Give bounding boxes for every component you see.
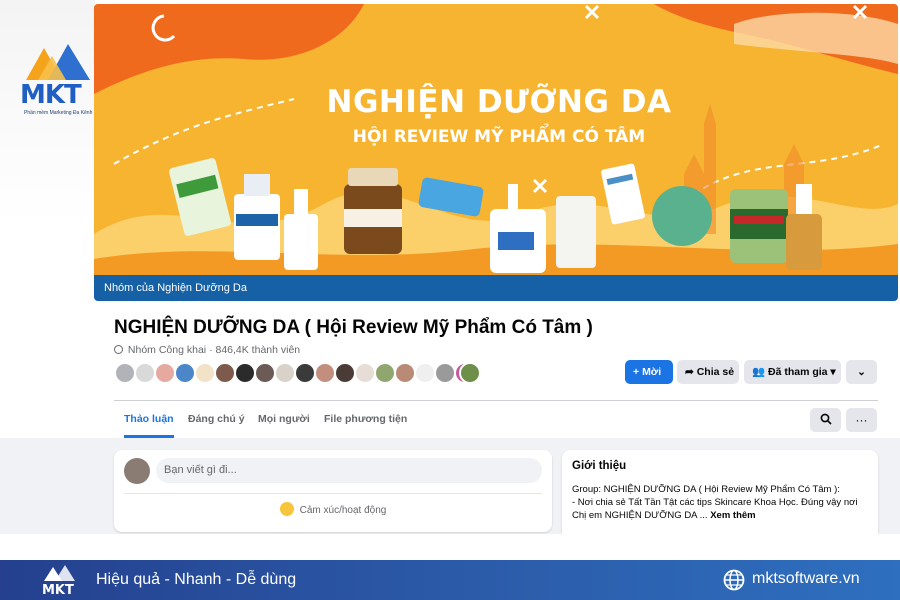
feeling-activity-button[interactable]: Cảm xúc/hoạt động: [114, 502, 552, 516]
joined-label: Đã tham gia: [768, 366, 828, 378]
avatar[interactable]: [374, 362, 396, 384]
product-ordinary: [284, 189, 318, 270]
member-avatars[interactable]: [114, 362, 484, 384]
share-label: Chia sẻ: [696, 366, 735, 378]
screenshot-page: MKT Phần mềm Marketing Đa Kênh NGHIỆN DƯ…: [0, 0, 900, 600]
people-icon: 👥: [752, 366, 768, 378]
smiley-icon: [279, 502, 294, 516]
avatar[interactable]: [294, 362, 316, 384]
avatar[interactable]: [154, 362, 176, 384]
caret-down-icon: ▾: [827, 366, 836, 378]
about-text: Group: NGHIỆN DƯỠNG DA ( Hội Review Mỹ P…: [572, 483, 872, 522]
chevron-down-icon: ⌄: [857, 366, 866, 378]
composer-divider: [124, 493, 542, 494]
product-cetaphil: [490, 184, 546, 273]
group-privacy[interactable]: Nhóm Công khai: [128, 344, 206, 356]
avatar[interactable]: [114, 362, 136, 384]
invite-button[interactable]: + Mời: [625, 360, 673, 384]
avatar[interactable]: [194, 362, 216, 384]
about-card: Giới thiệu Group: NGHIỆN DƯỠNG DA ( Hội …: [562, 450, 878, 534]
avatar[interactable]: [354, 362, 376, 384]
avatar[interactable]: [174, 362, 196, 384]
more-tab-options-button[interactable]: ···: [846, 408, 877, 432]
mkt-footer-logo: MKT: [42, 565, 75, 597]
product-green-ball: [652, 186, 712, 246]
spacer: [0, 534, 900, 560]
more-options-button[interactable]: ⌄: [846, 360, 877, 384]
product-image: [556, 196, 596, 268]
avatar[interactable]: [394, 362, 416, 384]
cover-title: NGHIỆN DƯỠNG DA: [326, 84, 672, 120]
share-button[interactable]: ➦ Chia sẻ: [677, 360, 739, 384]
tab-media[interactable]: File phương tiện: [324, 402, 407, 438]
group-owner-strip[interactable]: Nhóm của Nghiện Dưỡng Da: [94, 275, 898, 301]
plus-icon: +: [633, 366, 643, 378]
group-tabs: Thảo luận Đáng chú ý Mọi người File phươ…: [114, 402, 514, 438]
avatar[interactable]: [124, 458, 150, 484]
group-members[interactable]: 846,4K thành viên: [215, 344, 300, 356]
group-name[interactable]: NGHIỆN DƯỠNG DA ( Hội Review Mỹ Phẩm Có …: [114, 317, 593, 339]
cover-subtitle: HỘI REVIEW MỸ PHẨM CÓ TÂM: [352, 127, 646, 147]
product-blackmores: [344, 168, 402, 254]
footer-website[interactable]: mktsoftware.vn: [752, 570, 860, 588]
search-group-button[interactable]: [810, 408, 841, 432]
globe-icon: [114, 345, 123, 354]
ellipsis-icon: ···: [855, 413, 868, 427]
avatar[interactable]: [334, 362, 356, 384]
mkt-footer-text: MKT: [42, 583, 74, 597]
invite-label: Mời: [642, 366, 662, 378]
header-divider: [114, 400, 878, 401]
tab-featured[interactable]: Đáng chú ý: [188, 402, 245, 438]
avatar[interactable]: [314, 362, 336, 384]
globe-icon: [723, 569, 745, 591]
mkt-logo-tagline: Phần mềm Marketing Đa Kênh: [24, 110, 93, 116]
feeling-label: Cảm xúc/hoạt động: [299, 505, 387, 516]
group-meta: Nhóm Công khai · 846,4K thành viên: [114, 344, 300, 356]
avatar[interactable]: [414, 362, 436, 384]
avatar[interactable]: [254, 362, 276, 384]
see-more-link[interactable]: Xem thêm: [710, 510, 755, 521]
mkt-logo-text: MKT: [20, 80, 82, 110]
joined-button[interactable]: 👥 Đã tham gia ▾: [744, 360, 841, 384]
about-heading: Giới thiệu: [572, 460, 627, 472]
product-cerave: [234, 174, 280, 260]
footer-tagline: Hiệu quả - Nhanh - Dễ dùng: [96, 571, 297, 588]
avatar[interactable]: [134, 362, 156, 384]
product-swisse: [730, 189, 788, 263]
group-cover-photo[interactable]: NGHIỆN DƯỠNG DA HỘI REVIEW MỸ PHẨM CÓ TÂ…: [94, 4, 898, 276]
avatar[interactable]: [459, 362, 481, 384]
search-icon: [820, 413, 832, 425]
tab-discussion[interactable]: Thảo luận: [124, 402, 174, 438]
tab-people[interactable]: Mọi người: [258, 402, 310, 438]
post-composer: Bạn viết gì đi... Cảm xúc/hoạt động: [114, 450, 552, 532]
avatar[interactable]: [234, 362, 256, 384]
footer-banner: MKT Hiệu quả - Nhanh - Dễ dùng mktsoftwa…: [0, 560, 900, 600]
post-input[interactable]: Bạn viết gì đi...: [156, 458, 542, 483]
share-arrow-icon: ➦: [685, 366, 697, 378]
avatar[interactable]: [274, 362, 296, 384]
avatar[interactable]: [434, 362, 456, 384]
avatar[interactable]: [214, 362, 236, 384]
